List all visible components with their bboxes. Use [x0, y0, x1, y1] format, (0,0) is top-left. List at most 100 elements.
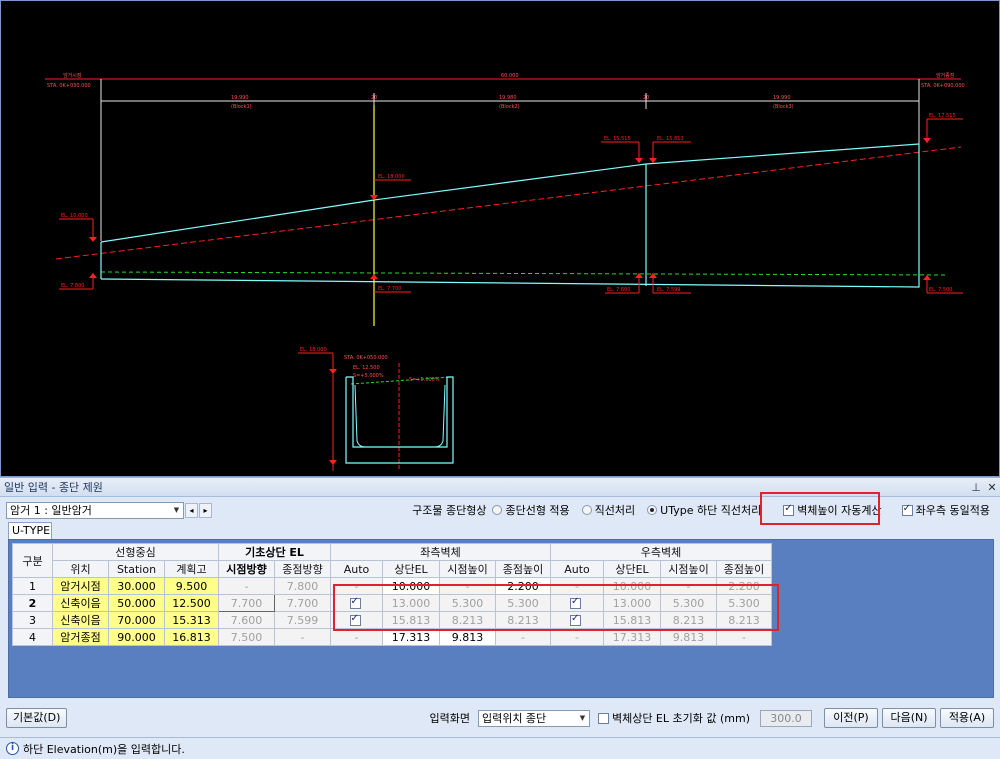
shape-options: 구조물 종단형상 종단선형 적용 직선처리 UType 하단 직선처리 벽체높이… — [412, 500, 996, 520]
radio-straight[interactable]: 직선처리 — [581, 502, 641, 518]
cad-el-17515: EL. 17.515 — [929, 113, 956, 119]
longitudinal-drawing: 암거시점 STA. 0K+030.000 암거종점 STA. 0K+090.00… — [45, 72, 965, 471]
table-row: 4 암거종점 90.000 16.813 7.500 - - 17.313 9.… — [12, 628, 772, 646]
cell-station[interactable]: 90.000 — [108, 628, 165, 646]
header-end-dir: 종점방향 — [274, 560, 331, 578]
highlight-wall-rows — [333, 584, 779, 631]
cell-pos[interactable]: 신축이음 — [52, 611, 109, 629]
cell-base-start[interactable]: 7.600 — [218, 611, 275, 629]
header-plan: 계획고 — [164, 560, 219, 578]
cross-section: EL. 18.000 STA. 0K+050.000 EL. 12.500 S=… — [298, 347, 454, 471]
status-text: 하단 Elevation(m)을 입력합니다. — [23, 742, 185, 756]
radio-utype-label: UType 하단 직선처리 — [660, 504, 762, 517]
cell-pos[interactable]: 암거시점 — [52, 577, 109, 595]
cell-station[interactable]: 30.000 — [108, 577, 165, 595]
cell-right-end-h: - — [716, 628, 772, 646]
cad-seg2-len: 19.980 — [499, 95, 517, 101]
cell-plan[interactable]: 9.500 — [164, 577, 219, 595]
default-button[interactable]: 기본값(D) — [6, 708, 68, 728]
chevron-down-icon[interactable]: ▼ — [171, 504, 182, 517]
cad-sec-slope-l: S=+5.000% — [353, 373, 384, 379]
row-number: 2 — [12, 594, 53, 612]
next-box-icon[interactable]: ▸ — [199, 502, 212, 518]
same-both-checkbox[interactable]: 좌우측 동일적용 — [901, 502, 996, 518]
header-station: Station — [108, 560, 165, 578]
shape-label: 구조물 종단형상 — [412, 504, 487, 517]
cad-joint2: 20 — [643, 95, 649, 101]
cad-joint1: 20 — [371, 95, 377, 101]
cell-base-end[interactable]: 7.800 — [274, 577, 331, 595]
cad-sec-el12: EL. 12.500 — [353, 365, 380, 371]
header-gubun: 구분 — [12, 543, 53, 578]
header-start-dir: 시점방향 — [218, 560, 275, 578]
header-pos: 위치 — [52, 560, 109, 578]
cell-right-auto: - — [550, 628, 604, 646]
cad-el-7500: EL. 7.500 — [929, 287, 952, 293]
prev-button[interactable]: 이전(P) — [824, 708, 878, 728]
reset-checkbox[interactable]: 벽체상단 EL 초기화 값 (mm) — [597, 710, 750, 726]
cell-base-start[interactable]: 7.700 — [218, 594, 275, 612]
status-bar: i 하단 Elevation(m)을 입력합니다. — [0, 737, 1000, 759]
chevron-down-icon[interactable]: ▼ — [577, 712, 588, 725]
reset-value-input[interactable]: 300.0 — [760, 709, 812, 727]
cad-sec-el18: EL. 18.000 — [300, 347, 327, 353]
header-left-end-h: 종점높이 — [495, 560, 551, 578]
next-button[interactable]: 다음(N) — [882, 708, 936, 728]
header-base: 기초상단 EL — [218, 543, 331, 561]
info-icon: i — [6, 742, 19, 755]
cell-base-start: - — [218, 577, 275, 595]
header-left-auto: Auto — [330, 560, 383, 578]
cad-start-label: 암거시점 — [63, 72, 81, 79]
pin-icon[interactable]: ⊥ — [968, 481, 984, 494]
apply-button[interactable]: 적용(A) — [940, 708, 994, 728]
cell-plan[interactable]: 16.813 — [164, 628, 219, 646]
cell-pos[interactable]: 신축이음 — [52, 594, 109, 612]
cad-seg2-name: (Block2) — [499, 104, 520, 110]
cad-seg1-len: 19.990 — [231, 95, 249, 101]
cell-left-end-h: - — [495, 628, 551, 646]
header-left-top: 상단EL — [382, 560, 440, 578]
cell-base-end[interactable]: 7.599 — [274, 611, 331, 629]
cell-station[interactable]: 70.000 — [108, 611, 165, 629]
cell-right-start-h: 9.813 — [660, 628, 717, 646]
cell-base-end: - — [274, 628, 331, 646]
bottom-bar: 기본값(D) 입력화면 입력위치 종단 ▼ 벽체상단 EL 초기화 값 (mm)… — [6, 707, 994, 729]
close-icon[interactable]: ✕ — [984, 481, 1000, 494]
reset-label: 벽체상단 EL 초기화 값 (mm) — [611, 712, 750, 725]
cad-end-sta: STA. 0K+090.000 — [921, 83, 965, 89]
cad-el-10000: EL. 10.000 — [61, 213, 88, 219]
header-right-start-h: 시점높이 — [660, 560, 717, 578]
cad-viewport[interactable]: 암거시점 STA. 0K+030.000 암거종점 STA. 0K+090.00… — [0, 0, 1000, 477]
cad-el-15515: EL. 15.515 — [604, 136, 631, 142]
cell-left-auto: - — [330, 628, 383, 646]
row-number: 4 — [12, 628, 53, 646]
cad-total-len: 60.000 — [501, 73, 519, 79]
cad-el-7800: EL. 7.800 — [61, 283, 84, 289]
radio-profile[interactable]: 종단선형 적용 — [492, 502, 575, 518]
cell-plan[interactable]: 12.500 — [164, 594, 219, 612]
cad-end-label: 암거종점 — [936, 72, 954, 79]
radio-profile-label: 종단선형 적용 — [505, 504, 570, 517]
cell-base-start[interactable]: 7.500 — [218, 628, 275, 646]
cad-el-7599: EL. 7.599 — [657, 287, 680, 293]
tab-utype[interactable]: U-TYPE — [8, 522, 52, 539]
input-screen-value: 입력위치 종단 — [481, 712, 547, 725]
input-screen-label: 입력화면 — [429, 712, 470, 725]
header-center: 선형중심 — [52, 543, 219, 561]
cell-station[interactable]: 50.000 — [108, 594, 165, 612]
input-screen-select[interactable]: 입력위치 종단 ▼ — [477, 709, 590, 727]
highlight-wall-auto — [760, 492, 880, 525]
header-right-auto: Auto — [550, 560, 604, 578]
cell-left-start-h[interactable]: 9.813 — [439, 628, 496, 646]
cell-base-end[interactable]: 7.700 — [274, 594, 331, 612]
cell-pos[interactable]: 암거종점 — [52, 628, 109, 646]
cell-left-top[interactable]: 17.313 — [382, 628, 440, 646]
header-right-wall: 우측벽체 — [550, 543, 772, 561]
cell-plan[interactable]: 15.313 — [164, 611, 219, 629]
cad-el-15813: EL. 15.813 — [657, 136, 684, 142]
radio-utype[interactable]: UType 하단 직선처리 — [647, 502, 767, 518]
cad-sec-sta: STA. 0K+050.000 — [344, 355, 388, 361]
prev-box-icon[interactable]: ◂ — [185, 502, 198, 518]
box-select[interactable]: 암거 1 : 일반암거 ▼ — [6, 501, 184, 519]
cad-seg3-len: 19.990 — [773, 95, 791, 101]
